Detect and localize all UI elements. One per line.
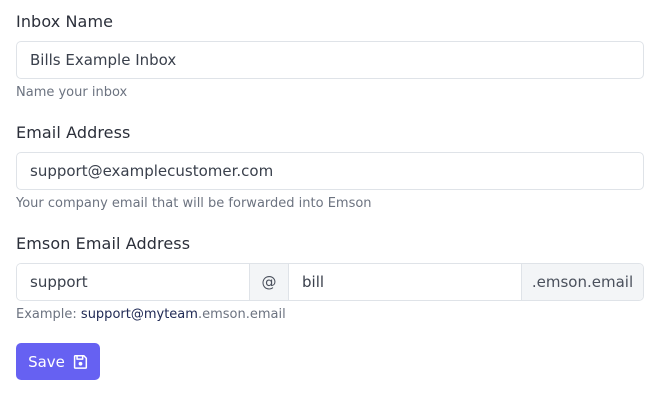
inbox-name-help: Name your inbox [16,85,128,100]
email-address-label: Email Address [16,123,131,142]
example-domain-suffix: .emson.email [197,307,286,322]
inbox-name-input[interactable] [16,41,644,79]
example-local-part: support [80,307,131,322]
email-address-help: Your company email that will be forwarde… [16,196,372,211]
save-button[interactable]: Save [16,343,100,380]
domain-suffix-addon: .emson.email [521,264,643,300]
example-team: myteam [143,307,198,322]
emson-email-input-group: @ .emson.email [16,263,644,301]
example-at-symbol: @ [130,307,144,322]
email-address-input[interactable] [16,152,644,190]
save-button-label: Save [28,352,65,371]
emson-subdomain-input[interactable] [289,264,521,300]
emson-email-label: Emson Email Address [16,234,191,253]
inbox-name-label: Inbox Name [16,12,114,31]
emson-email-example: Example: support@myteam.emson.email [16,307,286,322]
example-prefix: Example: [16,307,81,322]
inbox-settings-form: Inbox Name Name your inbox Email Address… [0,0,657,395]
floppy-disk-icon [73,354,88,369]
at-symbol-addon: @ [249,264,289,300]
emson-local-part-input[interactable] [17,264,249,300]
